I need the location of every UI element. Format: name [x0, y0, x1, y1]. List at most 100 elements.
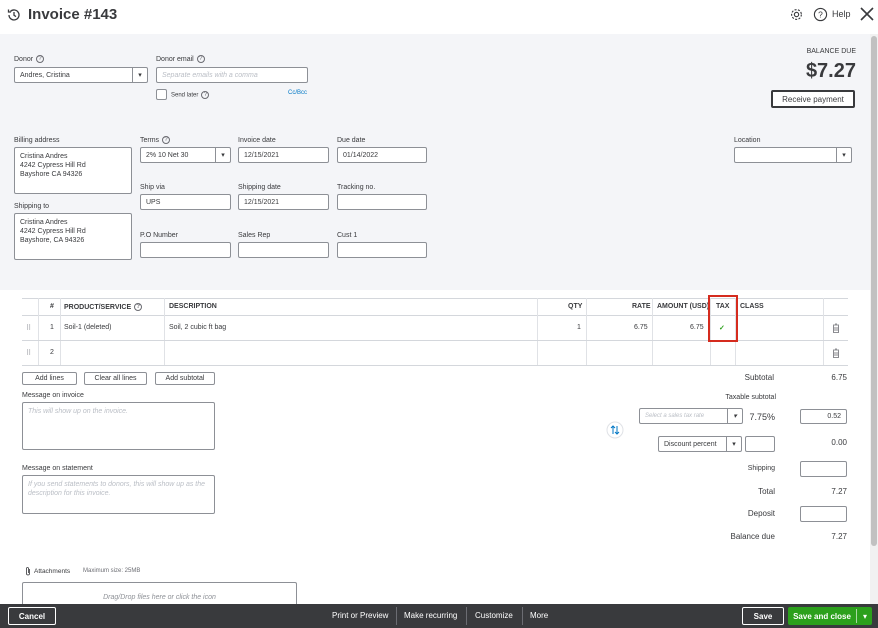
col-qty: QTY: [568, 303, 583, 310]
shipping-to-field[interactable]: Cristina Andres 4242 Cypress Hill Rd Bay…: [14, 213, 132, 260]
row-amount[interactable]: 6.75: [690, 324, 704, 331]
sales-tax-rate-select[interactable]: Select a sales tax rate: [639, 408, 743, 424]
page-title: Invoice #143: [28, 6, 118, 23]
cancel-button[interactable]: Cancel: [8, 607, 56, 625]
shipping-line3: Bayshore, CA 94326: [20, 237, 85, 244]
terms-help-icon[interactable]: ?: [162, 136, 171, 144]
cc-bcc-link[interactable]: Cc/Bcc: [288, 90, 307, 96]
save-and-close-button[interactable]: Save and close: [788, 607, 856, 625]
billing-address-field[interactable]: Cristina Andres 4242 Cypress Hill Rd Bay…: [14, 147, 132, 194]
cust1-input[interactable]: [337, 242, 427, 258]
row-product[interactable]: Soil-1 (deleted): [64, 324, 111, 331]
invoice-date-label: Invoice date: [238, 137, 276, 144]
customize-button[interactable]: Customize: [475, 611, 513, 620]
send-later-help-icon[interactable]: ?: [201, 91, 210, 99]
product-help-icon[interactable]: ?: [134, 303, 143, 311]
shipping-line1: Cristina Andres: [20, 219, 68, 226]
ship-via-input[interactable]: UPS: [140, 194, 231, 210]
attachments-label: Attachments: [34, 568, 71, 575]
shipping-date-input[interactable]: 12/15/2021: [238, 194, 329, 210]
save-button[interactable]: Save: [742, 607, 784, 625]
donor-select[interactable]: Andres, Cristina: [14, 67, 148, 83]
trash-icon[interactable]: [832, 348, 840, 358]
billing-line3: Bayshore CA 94326: [20, 171, 83, 178]
send-later-label: Send later?: [171, 91, 210, 99]
deposit-input[interactable]: [800, 506, 847, 522]
message-invoice-textarea[interactable]: This will show up on the invoice.: [22, 402, 215, 450]
help-icon[interactable]: ?: [813, 7, 828, 22]
add-lines-button[interactable]: Add lines: [22, 372, 77, 385]
gear-icon[interactable]: [789, 7, 804, 22]
history-icon[interactable]: [6, 7, 22, 23]
po-number-input[interactable]: [140, 242, 231, 258]
message-statement-label: Message on statement: [22, 465, 93, 472]
split-divider: [856, 609, 857, 623]
close-icon[interactable]: [859, 6, 875, 22]
balance-due-label: BALANCE DUE: [806, 48, 856, 55]
swap-icon[interactable]: [606, 421, 624, 439]
donor-help-icon[interactable]: ?: [36, 55, 45, 63]
print-preview-button[interactable]: Print or Preview: [332, 611, 388, 620]
donor-email-input[interactable]: Separate emails with a comma: [156, 67, 308, 83]
table-row[interactable]: ⠿ 2: [22, 341, 848, 366]
attachments-dropzone[interactable]: Drag/Drop files here or click the icon: [22, 582, 297, 604]
more-button[interactable]: More: [530, 611, 548, 620]
receive-payment-button[interactable]: Receive payment: [771, 90, 855, 108]
make-recurring-button[interactable]: Make recurring: [404, 611, 457, 620]
donor-email-label: Donor email?: [156, 55, 205, 63]
terms-label: Terms?: [140, 136, 171, 144]
dropzone-text: Drag/Drop files here or click the icon: [103, 594, 216, 601]
row-num: 2: [50, 349, 54, 356]
sales-rep-label: Sales Rep: [238, 232, 271, 239]
save-and-close-split-button: Save and close ▾: [788, 607, 872, 625]
billing-line1: Cristina Andres: [20, 153, 68, 160]
paperclip-icon[interactable]: [24, 566, 32, 576]
terms-select[interactable]: 2% 10 Net 30: [140, 147, 231, 163]
row-description[interactable]: Soil, 2 cubic ft bag: [169, 324, 226, 331]
row-num: 1: [50, 324, 54, 331]
add-subtotal-button[interactable]: Add subtotal: [155, 372, 215, 385]
col-num: #: [50, 303, 54, 310]
svg-text:?: ?: [818, 10, 823, 20]
discount-value: 0.00: [831, 438, 847, 447]
donor-label: Donor?: [14, 55, 45, 63]
shipping-input[interactable]: [800, 461, 847, 477]
row-rate[interactable]: 6.75: [634, 324, 648, 331]
total-value: 7.27: [831, 487, 847, 496]
subtotal-label: Subtotal: [744, 373, 774, 382]
ship-via-label: Ship via: [140, 184, 165, 191]
row-qty[interactable]: 1: [577, 324, 581, 331]
shipping-date-label: Shipping date: [238, 184, 281, 191]
due-date-input[interactable]: 01/14/2022: [337, 147, 427, 163]
trash-icon[interactable]: [832, 323, 840, 333]
chevron-down-icon[interactable]: ▾: [858, 607, 872, 625]
invoice-date-input[interactable]: 12/15/2021: [238, 147, 329, 163]
billing-address-label: Billing address: [14, 137, 60, 144]
taxable-subtotal-label: Taxable subtotal: [725, 394, 776, 401]
help-link[interactable]: Help: [832, 9, 851, 19]
tracking-no-label: Tracking no.: [337, 184, 376, 191]
tax-column-highlight: [708, 295, 738, 342]
invoice-header: [0, 0, 878, 34]
po-number-label: P.O Number: [140, 232, 178, 239]
due-date-label: Due date: [337, 137, 366, 144]
drag-handle-icon[interactable]: ⠿: [26, 349, 31, 357]
col-rate: RATE: [632, 303, 651, 310]
tracking-no-input[interactable]: [337, 194, 427, 210]
attachments-max-size: Maximum size: 25MB: [83, 568, 141, 574]
footer-divider: [466, 607, 467, 625]
discount-type-select[interactable]: Discount percent: [658, 436, 742, 452]
drag-handle-icon[interactable]: ⠿: [26, 324, 31, 332]
clear-all-lines-button[interactable]: Clear all lines: [84, 372, 147, 385]
send-later-checkbox[interactable]: [156, 89, 167, 100]
col-class: CLASS: [740, 303, 764, 310]
col-amount: AMOUNT (USD): [657, 303, 710, 310]
donor-email-help-icon[interactable]: ?: [196, 55, 205, 63]
sales-rep-input[interactable]: [238, 242, 329, 258]
message-statement-textarea[interactable]: If you send statements to donors, this w…: [22, 475, 215, 514]
discount-input[interactable]: [745, 436, 775, 452]
tax-amount-input[interactable]: 0.52: [800, 409, 847, 424]
location-select[interactable]: [734, 147, 852, 163]
billing-line2: 4242 Cypress Hill Rd: [20, 162, 86, 169]
scrollbar-thumb[interactable]: [871, 36, 877, 546]
